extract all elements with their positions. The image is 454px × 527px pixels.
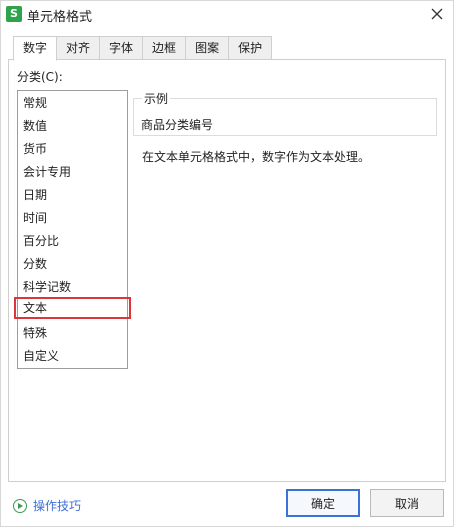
tab-border[interactable]: 边框 bbox=[143, 36, 187, 60]
sample-group: 示例 商品分类编号 bbox=[133, 90, 437, 136]
list-item[interactable]: 百分比 bbox=[19, 230, 126, 252]
format-description: 在文本单元格格式中，数字作为文本处理。 bbox=[142, 150, 371, 164]
list-item[interactable]: 货币 bbox=[19, 138, 126, 160]
tab-pattern[interactable]: 图案 bbox=[186, 36, 230, 60]
tab-protection[interactable]: 保护 bbox=[229, 36, 273, 60]
category-label: 分类(C): bbox=[17, 70, 63, 84]
list-item[interactable]: 数值 bbox=[19, 115, 126, 137]
tab-number[interactable]: 数字 bbox=[13, 36, 58, 61]
list-item[interactable]: 时间 bbox=[19, 207, 126, 229]
sample-value: 商品分类编号 bbox=[141, 118, 214, 132]
app-logo-icon: S bbox=[6, 6, 22, 22]
close-button[interactable] bbox=[425, 3, 449, 25]
tips-label: 操作技巧 bbox=[33, 499, 82, 513]
close-icon bbox=[431, 8, 443, 20]
list-item[interactable]: 特殊 bbox=[19, 322, 126, 344]
number-tab-panel: 分类(C): 常规 数值 货币 会计专用 日期 时间 百分比 分数 科学记数 文… bbox=[8, 59, 446, 482]
list-item[interactable]: 分数 bbox=[19, 253, 126, 275]
tips-link[interactable]: 操作技巧 bbox=[13, 497, 81, 514]
tab-alignment[interactable]: 对齐 bbox=[57, 36, 101, 60]
list-item[interactable]: 会计专用 bbox=[19, 161, 126, 183]
title-bar: S 单元格格式 bbox=[1, 1, 453, 28]
list-item[interactable]: 自定义 bbox=[19, 345, 126, 367]
format-cells-dialog: S 单元格格式 数字 对齐 字体 边框 图案 保护 分类(C): 常规 数值 货… bbox=[0, 0, 454, 527]
play-circle-icon bbox=[13, 498, 27, 513]
tab-font[interactable]: 字体 bbox=[100, 36, 144, 60]
dialog-title: 单元格格式 bbox=[27, 10, 93, 25]
category-listbox[interactable]: 常规 数值 货币 会计专用 日期 时间 百分比 分数 科学记数 文本 特殊 自定… bbox=[14, 90, 131, 369]
sample-title: 示例 bbox=[142, 90, 171, 107]
cancel-button[interactable]: 取消 bbox=[370, 489, 444, 517]
tab-bar: 数字 对齐 字体 边框 图案 保护 bbox=[13, 36, 273, 61]
ok-button[interactable]: 确定 bbox=[286, 489, 360, 517]
list-item-selected[interactable]: 文本 bbox=[14, 297, 131, 319]
list-item[interactable]: 日期 bbox=[19, 184, 126, 206]
list-item[interactable]: 科学记数 bbox=[19, 276, 126, 298]
list-item[interactable]: 常规 bbox=[19, 92, 126, 114]
